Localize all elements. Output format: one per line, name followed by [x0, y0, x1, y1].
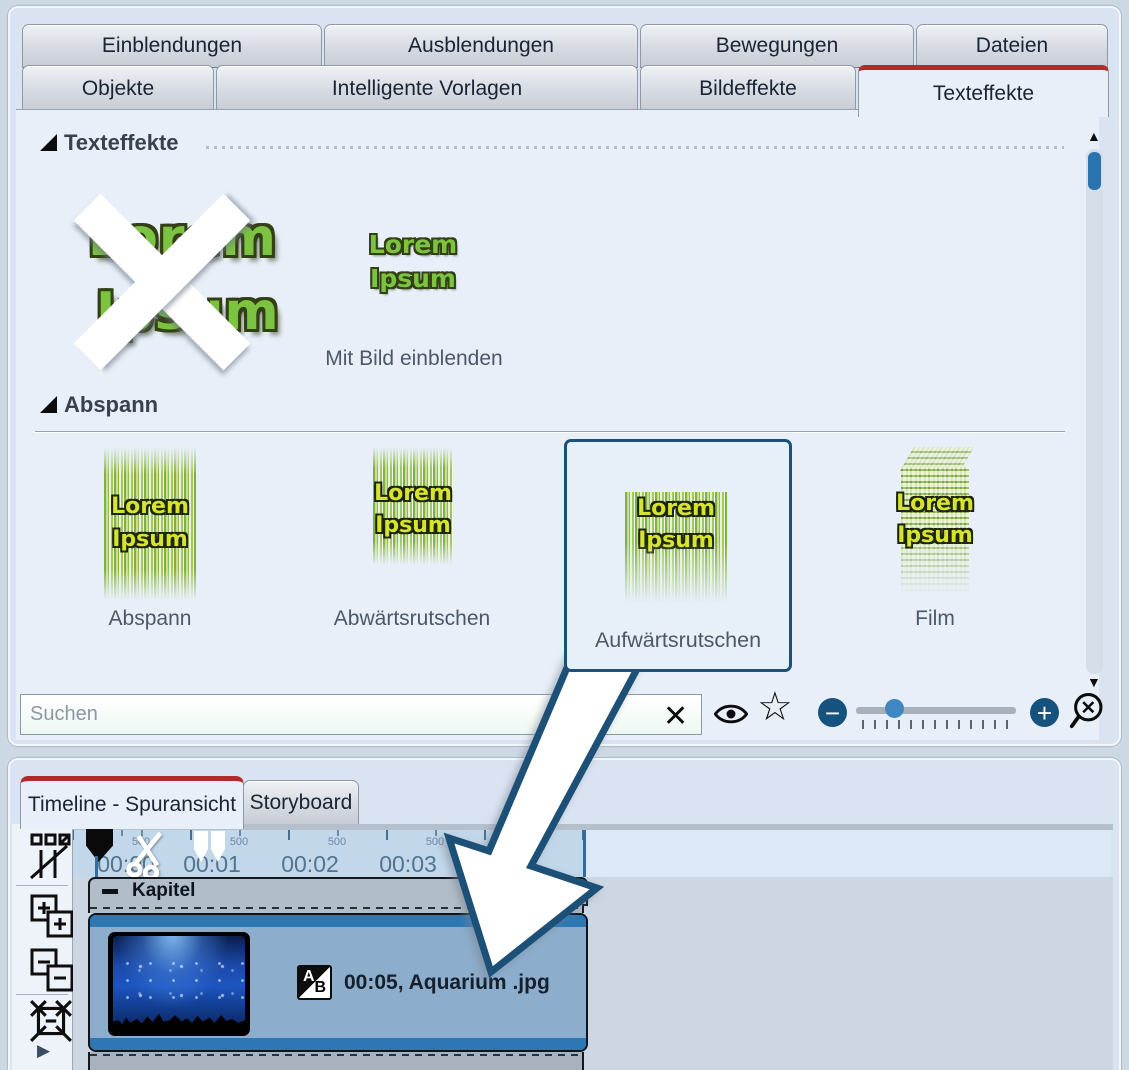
tab-bewegungen[interactable]: Bewegungen	[640, 24, 914, 68]
tab-ausblendungen[interactable]: Ausblendungen	[324, 24, 638, 68]
effect-item-aufwaertsrutschen-selected[interactable]: Lorem Ipsum Aufwärtsrutschen	[564, 439, 792, 672]
play-icon[interactable]: ▶	[37, 1041, 50, 1061]
effect-item-no-effect[interactable]: Lorem Ipsum	[70, 200, 290, 390]
clear-search-icon[interactable]: ✕	[663, 699, 688, 734]
timeline-clip-aquarium[interactable]: A B 00:05, Aquarium .jpg	[88, 913, 588, 1052]
collapse-triangle-icon[interactable]	[40, 396, 57, 413]
aquarium-image	[113, 936, 245, 1032]
tab-einblendungen[interactable]: Einblendungen	[22, 24, 322, 68]
preview-word: Lorem	[885, 491, 985, 516]
scrollbar-thumb[interactable]	[1088, 152, 1101, 190]
tab-texteffekte[interactable]: Texteffekte	[858, 65, 1109, 117]
track-header-kapitel[interactable]: Kapitel	[88, 877, 588, 906]
effects-scrollbar[interactable]	[1086, 149, 1103, 674]
preview-word: Ipsum	[337, 264, 489, 293]
clip-bottom-bar	[90, 1038, 586, 1050]
effect-item-label: Aufwärtsrutschen	[567, 628, 789, 653]
preview-word: Lorem	[373, 481, 453, 506]
timeline-ruler-empty[interactable]	[583, 830, 1111, 877]
preview-word: Ipsum	[104, 527, 196, 552]
ruler-time-label: 00:01	[170, 851, 254, 878]
effect-thumbnail: Lorem Ipsum	[625, 492, 727, 604]
effect-item-abspann[interactable]: Lorem Ipsum	[104, 447, 196, 600]
ruler-half-label: 500	[322, 836, 352, 848]
clip-top-bar	[90, 915, 586, 927]
ruler-time-label: 00:04	[464, 851, 548, 878]
toolbar-separator	[16, 994, 68, 995]
preview-word: Lorem	[625, 496, 727, 521]
toolbar-separator	[16, 885, 68, 886]
ruler-half-label: 500	[224, 836, 254, 848]
scissors-icon[interactable]	[124, 830, 176, 880]
zoom-out-button[interactable]: −	[818, 698, 847, 727]
preview-word: Ipsum	[625, 528, 727, 553]
collapse-triangle-icon[interactable]	[40, 134, 57, 151]
zoom-slider-thumb[interactable]	[885, 699, 904, 718]
tab-objekte[interactable]: Objekte	[22, 65, 214, 112]
preview-word: Ipsum	[885, 523, 985, 548]
preview-word: Ipsum	[373, 513, 453, 538]
section-title-texteffekte[interactable]: Texteffekte	[64, 130, 179, 156]
tab-timeline-spuransicht[interactable]: Timeline - Spuransicht	[20, 776, 244, 829]
ruler-half-label: 500	[420, 836, 450, 848]
text-effect-ab-icon: A B	[297, 965, 332, 1000]
app-screen: Einblendungen Ausblendungen Bewegungen D…	[0, 0, 1129, 1070]
dashed-divider	[90, 1054, 582, 1056]
star-icon[interactable]: ☆	[757, 684, 793, 730]
tab-bildeffekte[interactable]: Bildeffekte	[640, 65, 856, 112]
collapse-track-icon[interactable]	[102, 889, 118, 894]
fish-specks	[113, 950, 245, 1010]
add-track-icon[interactable]	[30, 894, 74, 938]
track-gap	[88, 904, 584, 913]
effect-item-label: Film	[899, 607, 971, 631]
tab-dateien[interactable]: Dateien	[916, 24, 1108, 68]
section-title-abspann[interactable]: Abspann	[64, 392, 158, 418]
search-input[interactable]	[20, 694, 702, 735]
section-divider-dotted	[206, 146, 1064, 149]
zoom-in-button[interactable]: +	[1030, 698, 1059, 727]
zoom-slider-ticks	[862, 720, 1014, 729]
effect-item-mit-bild-einblenden[interactable]: Lorem Ipsum	[337, 228, 489, 338]
section-divider	[35, 431, 1065, 432]
preview-word: Lorem	[104, 494, 196, 519]
preview-word: Lorem	[337, 230, 489, 259]
shrink-frame-icon[interactable]	[28, 998, 74, 1044]
effect-item-film[interactable]: Lorem Ipsum	[891, 445, 979, 601]
ab-icon-a: A	[303, 968, 315, 986]
scrollbar-up-icon[interactable]: ▲	[1087, 128, 1101, 144]
ab-icon-b: B	[314, 979, 326, 997]
effect-item-abwaertsrutschen[interactable]: Lorem Ipsum	[373, 447, 453, 565]
effect-item-label: Abwärtsrutschen	[317, 607, 507, 631]
track-area-below	[88, 1052, 584, 1070]
eye-icon[interactable]	[714, 701, 748, 727]
project-end-marker	[583, 830, 586, 877]
tab-intelligente-vorlagen[interactable]: Intelligente Vorlagen	[216, 65, 638, 112]
playhead-line	[95, 856, 98, 877]
zoom-reset-icon[interactable]	[1068, 692, 1106, 730]
clip-label: 00:05, Aquarium .jpg	[344, 971, 550, 995]
effect-item-label: Abspann	[70, 607, 230, 631]
thumbnail-zoom-slider[interactable]	[856, 707, 1016, 714]
tab-storyboard[interactable]: Storyboard	[243, 780, 359, 826]
clip-thumbnail	[108, 932, 250, 1036]
scrollbar-down-icon[interactable]: ▼	[1087, 674, 1101, 690]
dashed-divider	[90, 907, 582, 909]
ruler-time-label: 00:02	[268, 851, 352, 878]
track-view-icon[interactable]	[28, 832, 74, 880]
ruler-half-label: 500	[518, 836, 548, 848]
ruler-time-label: 00:03	[366, 851, 450, 878]
effect-item-label: Mit Bild einblenden	[300, 347, 528, 371]
track-name: Kapitel	[132, 880, 195, 902]
collapse-tracks-icon[interactable]	[30, 948, 74, 992]
